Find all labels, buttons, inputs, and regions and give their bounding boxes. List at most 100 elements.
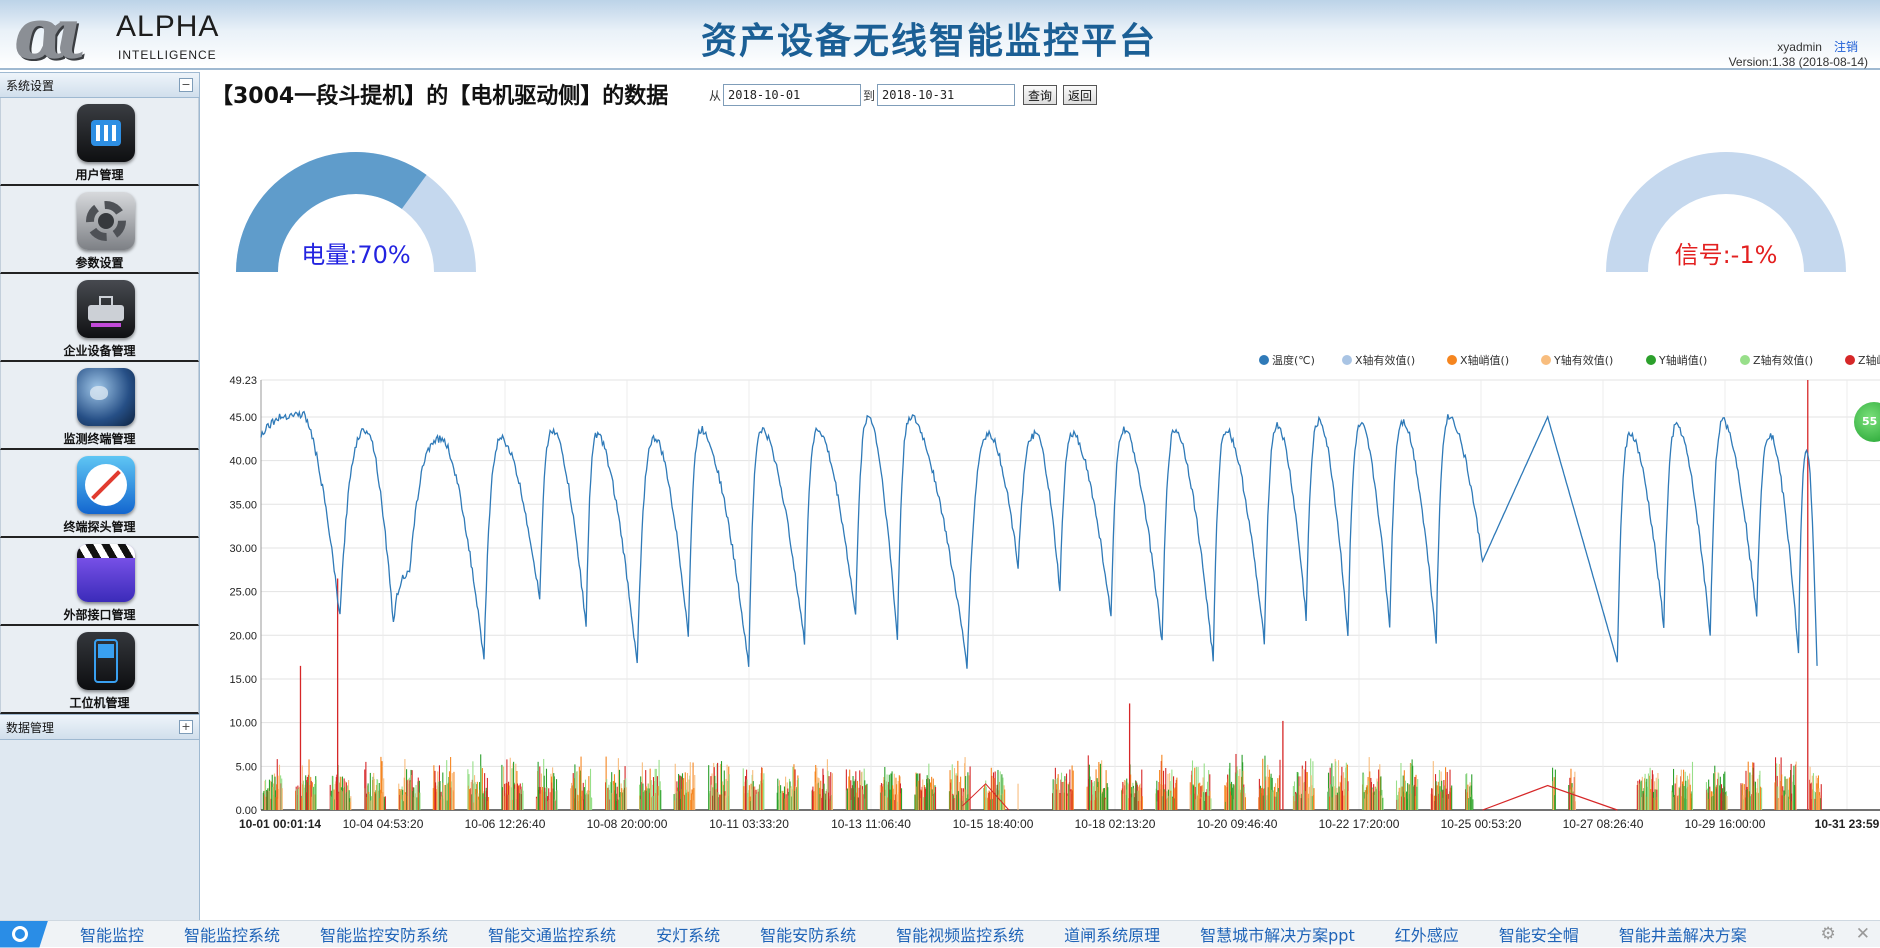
close-icon[interactable]: ✕ [1856,924,1870,944]
sidebar-item-label: 参数设置 [75,256,124,270]
users-icon [77,104,135,162]
app-title: 资产设备无线智能监控平台 [700,20,1157,62]
x-tick-label: 10-15 18:40:00 [953,817,1034,831]
y-tick-label: 25.00 [229,587,257,599]
sidebar-item-label: 工位机管理 [69,696,130,710]
signal-gauge-label: 信号:-1% [1674,241,1778,269]
bottom-link[interactable]: 智能监控安防系统 [320,922,448,946]
x-tick-label: 10-08 20:00:00 [587,817,668,831]
x-tick-label: 10-01 00:01:14 [239,817,321,831]
globe-icon [77,368,135,426]
legend-marker [1342,355,1352,365]
legend-marker [1845,355,1855,365]
main-content: 【3004一段斗提机】的【电机驱动侧】的数据 从 到 查询 返回 电量:70% … [201,72,1880,920]
sidebar-item-compass[interactable]: 终端探头管理 [0,450,199,538]
legend-marker [1447,355,1457,365]
bottom-link[interactable]: 智能交通监控系统 [488,922,616,946]
sensor-chart: 0.00 5.00 10.00 15.00 20.00 25.00 30.00 35.00 40… [201,282,1880,842]
y-tick-label: 45.00 [229,412,257,424]
y-tick-label: 35.00 [229,499,257,511]
legend-label: X轴峭值() [1460,353,1509,367]
bottom-link[interactable]: 智能监控 [80,922,144,946]
sidebar-item-globe[interactable]: 监测终端管理 [0,362,199,450]
legend-label: 温度(℃) [1272,353,1315,367]
x-tick-label: 10-20 09:46:40 [1197,817,1278,831]
search-icon[interactable] [0,920,48,948]
panel-header-system-settings[interactable]: 系统设置 − [0,72,199,98]
battery-gauge-label: 电量:70% [301,241,411,269]
to-label: 到 [863,88,876,103]
settings-icon[interactable]: ⚙ [1821,924,1836,944]
bottom-links: 智能监控 智能监控系统 智能监控安防系统 智能交通监控系统 安灯系统 智能安防系统 智能视频… [80,922,1787,946]
legend-marker [1259,355,1269,365]
x-tick-label: 10-13 11:06:40 [831,817,911,831]
version-label: Version:1.38 (2018-08-14) [1728,55,1868,69]
x-tick-label: 10-27 08:26:40 [1563,817,1644,831]
handheld-icon [77,632,135,690]
x-tick-label: 10-11 03:33:20 [709,817,789,831]
panel-title: 系统设置 [6,79,55,93]
collapse-icon[interactable]: − [179,78,193,92]
sidebar-item-label: 终端探头管理 [63,520,136,534]
legend-marker [1646,355,1656,365]
username: xyadmin [1777,40,1822,54]
y-tick-label: 30.00 [229,543,257,555]
header: αι ALPHA INTELLIGENCE 资产设备无线智能监控平台 xyadm… [0,0,1880,70]
bottom-tools: ⚙ ✕ [1821,924,1871,944]
from-label: 从 [709,88,722,103]
from-date-input[interactable] [723,84,862,106]
expand-icon[interactable]: + [179,720,193,734]
temperature-line [260,409,1818,669]
logout-link[interactable]: 注销 [1834,40,1858,54]
bottom-link[interactable]: 智能井盖解决方案 [1619,922,1747,946]
sidebar-item-handheld[interactable]: 工位机管理 [0,626,199,714]
panel-title: 数据管理 [6,721,55,735]
gear-icon [77,192,135,250]
to-date-input[interactable] [877,84,1016,106]
y-tick-label: 15.00 [229,674,257,686]
compass-icon [77,456,135,514]
battery-gauge: 电量:70% [231,147,481,277]
legend-label: Y轴峭值() [1658,353,1707,367]
bottom-link[interactable]: 安灯系统 [656,922,720,946]
y-tick-label: 0.00 [236,805,257,817]
bottom-link[interactable]: 智慧城市解决方案ppt [1200,922,1355,946]
y-tick-label: 5.00 [236,761,257,773]
sidebar-item-label: 外部接口管理 [63,608,136,622]
signal-gauge: 信号:-1% [1601,147,1851,277]
bottom-link[interactable]: 道闸系统原理 [1064,922,1160,946]
y-tick-label: 40.00 [229,456,257,468]
sidebar-item-users[interactable]: 用户管理 [0,98,199,186]
x-tick-label: 10-04 04:53:20 [343,817,424,831]
bottom-bar: 智能监控 智能监控系统 智能监控安防系统 智能交通监控系统 安灯系统 智能安防系统 智能视频… [0,920,1880,948]
sidebar-item-device[interactable]: 企业设备管理 [0,274,199,362]
sidebar: 系统设置 − 用户管理参数设置企业设备管理监测终端管理终端探头管理 外部接口管理工… [0,72,200,920]
bottom-link[interactable]: 智能安全帽 [1499,922,1579,946]
bottom-link[interactable]: 红外感应 [1395,922,1459,946]
bottom-link[interactable]: 智能视频监控系统 [896,922,1024,946]
date-filter: 从 到 查询 返回 [709,84,1098,106]
sensor-chart-svg: 0.00 5.00 10.00 15.00 20.00 25.00 30.00 35.00 40… [229,353,1880,831]
clapper-icon [77,544,135,602]
legend-label: Z轴有效值() [1753,353,1813,367]
sidebar-item-label: 用户管理 [75,168,124,182]
panel-header-data-management[interactable]: 数据管理 + [0,714,199,740]
legend-label: X轴有效值() [1355,353,1415,367]
bottom-link[interactable]: 智能安防系统 [760,922,856,946]
query-button[interactable]: 查询 [1023,85,1058,105]
legend-label: Z轴峭值() [1858,353,1880,367]
sidebar-item-gear[interactable]: 参数设置 [0,186,199,274]
x-tick-label: 10-06 12:26:40 [465,817,546,831]
y-tick-label: 10.00 [229,718,257,730]
back-button[interactable]: 返回 [1063,85,1098,105]
menu-list: 用户管理参数设置企业设备管理监测终端管理终端探头管理 外部接口管理 工位机管理 [0,98,199,714]
y-tick-label: 20.00 [229,630,257,642]
sidebar-item-label: 企业设备管理 [63,344,136,358]
sidebar-item-clapper[interactable]: 外部接口管理 [0,538,199,626]
bottom-link[interactable]: 智能监控系统 [184,922,280,946]
legend-marker [1541,355,1551,365]
x-tick-label: 10-25 00:53:20 [1441,817,1522,831]
legend-label: Y轴有效值() [1553,353,1613,367]
x-tick-label: 10-29 16:00:00 [1685,817,1766,831]
x-tick-label: 10-31 23:59 [1815,817,1880,831]
